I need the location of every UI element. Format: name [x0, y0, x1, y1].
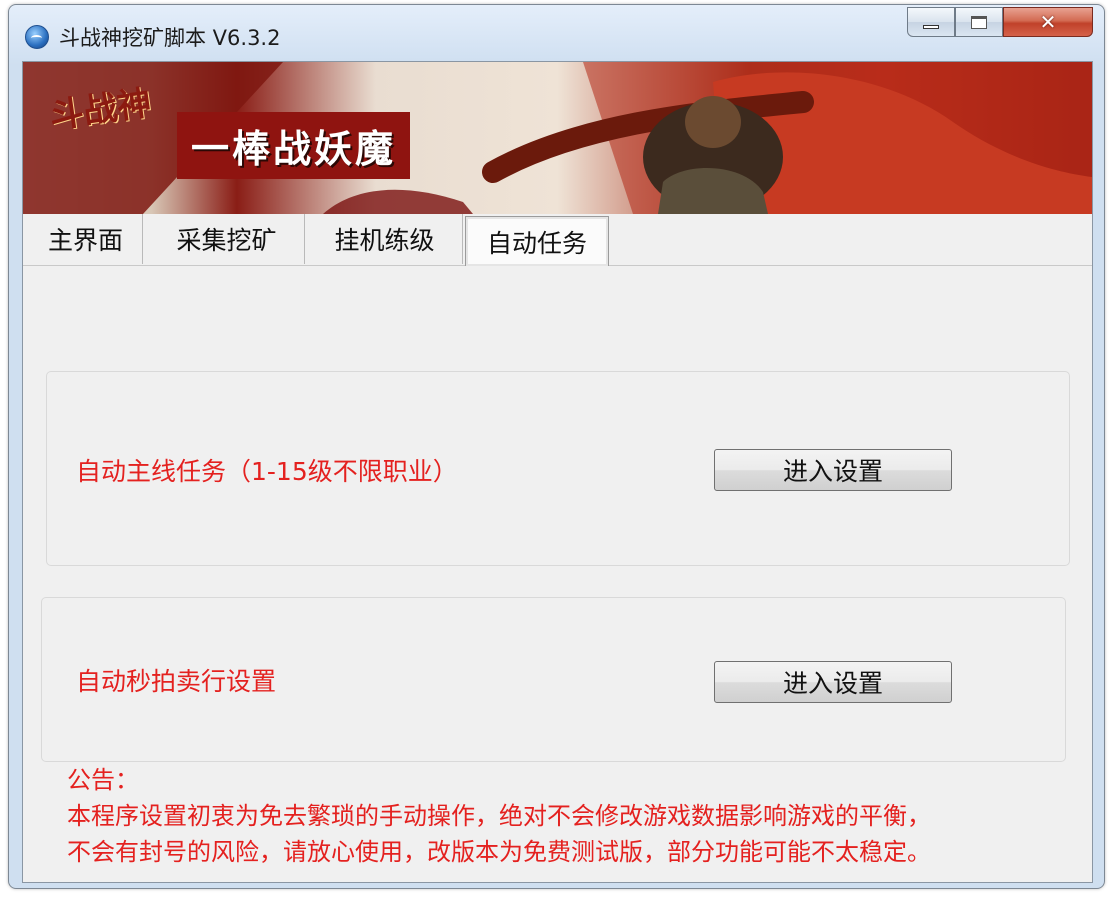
banner-tagline: 一棒战妖魔 [177, 112, 411, 179]
maximize-button[interactable] [955, 7, 1003, 37]
game-banner: 斗战神 一棒战妖魔 [23, 62, 1092, 214]
notice-line-1: 本程序设置初衷为免去繁琐的手动操作，绝对不会修改游戏数据影响游戏的平衡， [67, 802, 931, 830]
tab-gather-mining[interactable]: 采集挖矿 [149, 214, 305, 264]
maximize-icon [971, 15, 987, 29]
auction-group: 自动秒拍卖行设置 进入设置 [41, 597, 1066, 762]
window-title: 斗战神挖矿脚本 V6.3.2 [59, 26, 281, 50]
main-quest-group: 自动主线任务（1-15级不限职业） 进入设置 [46, 371, 1070, 566]
main-quest-settings-button[interactable]: 进入设置 [714, 449, 952, 491]
auction-settings-button[interactable]: 进入设置 [714, 661, 952, 703]
minimize-button[interactable] [907, 7, 955, 37]
app-window: 斗战神挖矿脚本 V6.3.2 ✕ 斗战神 一棒战妖魔 主界面 采集挖矿 挂机练级… [8, 4, 1105, 889]
auction-label: 自动秒拍卖行设置 [76, 667, 277, 696]
title-bar[interactable]: 斗战神挖矿脚本 V6.3.2 ✕ [9, 5, 1104, 57]
minimize-icon [923, 25, 939, 29]
tab-main[interactable]: 主界面 [29, 214, 143, 264]
close-icon: ✕ [1039, 10, 1057, 34]
notice-line-2: 不会有封号的风险，请放心使用，改版本为免费测试版，部分功能可能不太稳定。 [67, 838, 931, 866]
app-icon [25, 25, 49, 49]
tab-idle-leveling[interactable]: 挂机练级 [307, 214, 463, 264]
tab-auto-task[interactable]: 自动任务 [465, 216, 609, 266]
client-area: 斗战神 一棒战妖魔 主界面 采集挖矿 挂机练级 自动任务 自动主线任务（1-15… [22, 61, 1093, 883]
notice-block: 公告： 本程序设置初衷为免去繁琐的手动操作，绝对不会修改游戏数据影响游戏的平衡，… [67, 762, 931, 870]
main-quest-label: 自动主线任务（1-15级不限职业） [76, 457, 458, 486]
close-button[interactable]: ✕ [1003, 7, 1093, 37]
notice-heading: 公告： [67, 766, 139, 794]
